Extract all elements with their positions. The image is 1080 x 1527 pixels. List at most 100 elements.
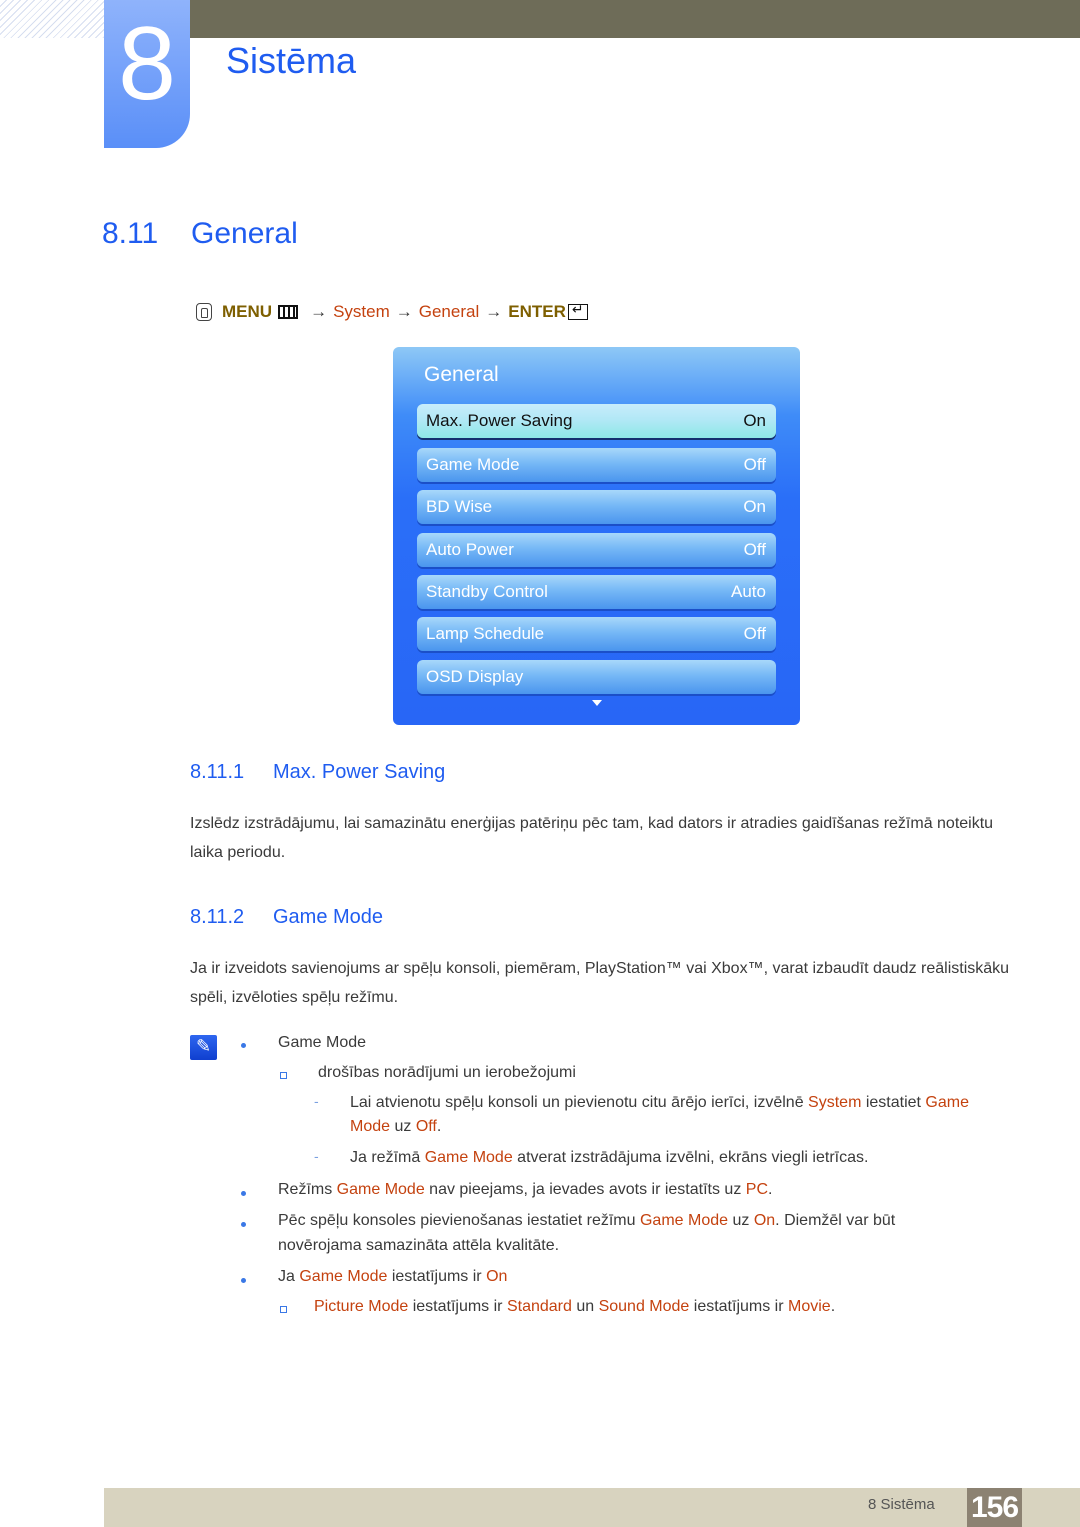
- osd-item-label: Lamp Schedule: [426, 624, 545, 643]
- menu-path: MENU → System → General → ENTER: [196, 301, 588, 322]
- text: atverat izstrādājuma izvēlni, ekrāns vie…: [512, 1149, 869, 1166]
- dash-bullet-icon: -: [314, 1148, 319, 1164]
- highlight: Game Mode: [299, 1268, 388, 1285]
- arrow-icon: →: [485, 302, 503, 321]
- chapter-number: 8: [118, 6, 176, 122]
- note-sub-item: Picture Mode iestatījums ir Standard un …: [314, 1295, 835, 1319]
- text: uz: [390, 1118, 416, 1135]
- osd-item-value: Off: [743, 624, 766, 643]
- section-title: General: [191, 217, 298, 250]
- section-number: 8.11: [102, 217, 159, 250]
- osd-title: General: [424, 363, 499, 386]
- osd-item-value: Auto: [731, 582, 766, 601]
- remote-hand-icon: [196, 303, 212, 321]
- bullet-icon: [241, 1191, 246, 1196]
- highlight: PC: [745, 1181, 768, 1198]
- bullet-icon: [241, 1043, 246, 1048]
- path-system: System: [333, 302, 390, 321]
- footer-chapter-label: 8 Sistēma: [868, 1496, 935, 1513]
- path-general: General: [418, 302, 480, 321]
- text: iestatījums ir: [387, 1268, 487, 1285]
- osd-item-label: Game Mode: [426, 455, 520, 474]
- text: nav pieejams, ja ievades avots ir iestat…: [424, 1181, 746, 1198]
- section-heading: 8.11 General: [102, 217, 298, 251]
- menu-icon: [278, 305, 299, 319]
- note-dash-item: Lai atvienotu spēļu konsoli un pievienot…: [350, 1091, 969, 1115]
- osd-item-value: Off: [743, 455, 766, 474]
- osd-item-standby-control[interactable]: Standby Control Auto: [417, 575, 776, 609]
- highlight: Mode: [350, 1118, 391, 1135]
- note-pencil-icon: [190, 1035, 217, 1060]
- highlight: Game: [925, 1094, 969, 1111]
- highlight: Off: [415, 1118, 437, 1135]
- scroll-down-arrow-icon[interactable]: [592, 700, 602, 706]
- osd-item-label: OSD Display: [426, 667, 524, 686]
- text: .: [436, 1118, 442, 1135]
- square-bullet-icon: [280, 1072, 287, 1079]
- osd-item-auto-power[interactable]: Auto Power Off: [417, 533, 776, 567]
- text: Režīms: [278, 1181, 337, 1198]
- arrow-icon: →: [395, 302, 413, 321]
- text: .: [768, 1181, 773, 1198]
- subsection-number: 8.11.2: [190, 906, 245, 928]
- dash-bullet-icon: -: [314, 1093, 319, 1109]
- osd-item-max-power-saving[interactable]: Max. Power Saving On: [417, 404, 776, 438]
- text: Ja: [278, 1268, 300, 1285]
- header-hatch-decoration: [0, 0, 104, 38]
- text: Pēc spēļu konsoles pievienošanas iestati…: [278, 1212, 640, 1229]
- osd-item-value: On: [743, 497, 766, 516]
- text: Ja režīmā: [350, 1149, 425, 1166]
- note-dash-item: Ja režīmā Game Mode atverat izstrādājuma…: [350, 1146, 868, 1170]
- text: un: [571, 1298, 599, 1315]
- note-heading: Game Mode: [278, 1034, 367, 1051]
- highlight: Game Mode: [424, 1149, 513, 1166]
- highlight: Standard: [506, 1298, 572, 1315]
- text: . Diemžēl var būt: [775, 1212, 896, 1229]
- note-bullet-item: Ja Game Mode iestatījums ir On: [278, 1265, 507, 1289]
- game-mode-description: Ja ir izveidots savienojums ar spēļu kon…: [190, 960, 1010, 1006]
- osd-item-bd-wise[interactable]: BD Wise On: [417, 490, 776, 524]
- highlight: Picture Mode: [314, 1298, 409, 1315]
- subsection-title: Max. Power Saving: [273, 761, 446, 783]
- osd-item-value: On: [743, 411, 766, 430]
- text: Lai atvienotu spēļu konsoli un pievienot…: [350, 1094, 809, 1111]
- text: iestatījums ir: [408, 1298, 507, 1315]
- osd-item-lamp-schedule[interactable]: Lamp Schedule Off: [417, 617, 776, 651]
- bullet-icon: [241, 1278, 246, 1283]
- osd-item-label: BD Wise: [426, 497, 493, 516]
- subsection-heading-game-mode: 8.11.2 Game Mode: [190, 906, 383, 929]
- highlight: System: [808, 1094, 862, 1111]
- highlight: Sound Mode: [598, 1298, 690, 1315]
- subsection-heading-max-power-saving: 8.11.1 Max. Power Saving: [190, 761, 445, 784]
- max-power-saving-description: Izslēdz izstrādājumu, lai samazinātu ene…: [190, 815, 994, 861]
- subsection-number: 8.11.1: [190, 761, 245, 783]
- highlight: Game Mode: [639, 1212, 729, 1229]
- osd-item-label: Standby Control: [426, 582, 548, 601]
- enter-icon: [567, 301, 588, 320]
- text: iestatījums ir: [689, 1298, 788, 1315]
- text: iestatiet: [861, 1094, 926, 1111]
- osd-general-menu: General Max. Power Saving On Game Mode O…: [393, 347, 800, 725]
- enter-label: ENTER: [508, 302, 566, 321]
- note-bullet-item-cont: novērojama samazināta attēla kvalitāte.: [278, 1237, 560, 1254]
- note-bullet-item: Pēc spēļu konsoles pievienošanas iestati…: [278, 1209, 895, 1233]
- subsection-title: Game Mode: [273, 906, 384, 928]
- highlight: Game Mode: [336, 1181, 425, 1198]
- osd-item-label: Max. Power Saving: [426, 411, 573, 430]
- note-subheading: drošības norādījumi un ierobežojumi: [318, 1064, 576, 1081]
- osd-item-osd-display[interactable]: OSD Display: [417, 660, 776, 694]
- page-number: 156: [967, 1488, 1022, 1527]
- bullet-icon: [241, 1222, 246, 1227]
- highlight: On: [753, 1212, 776, 1229]
- osd-item-label: Auto Power: [426, 540, 514, 559]
- osd-item-game-mode[interactable]: Game Mode Off: [417, 448, 776, 482]
- text: .: [830, 1298, 836, 1315]
- arrow-icon: →: [310, 302, 328, 321]
- note-dash-item-cont: Mode uz Off.: [350, 1115, 441, 1139]
- chapter-title: Sistēma: [226, 40, 357, 81]
- square-bullet-icon: [280, 1306, 287, 1313]
- highlight: Movie: [788, 1298, 831, 1315]
- note-bullet-item: Režīms Game Mode nav pieejams, ja ievade…: [278, 1178, 772, 1202]
- highlight: On: [486, 1268, 508, 1285]
- osd-item-value: Off: [743, 540, 766, 559]
